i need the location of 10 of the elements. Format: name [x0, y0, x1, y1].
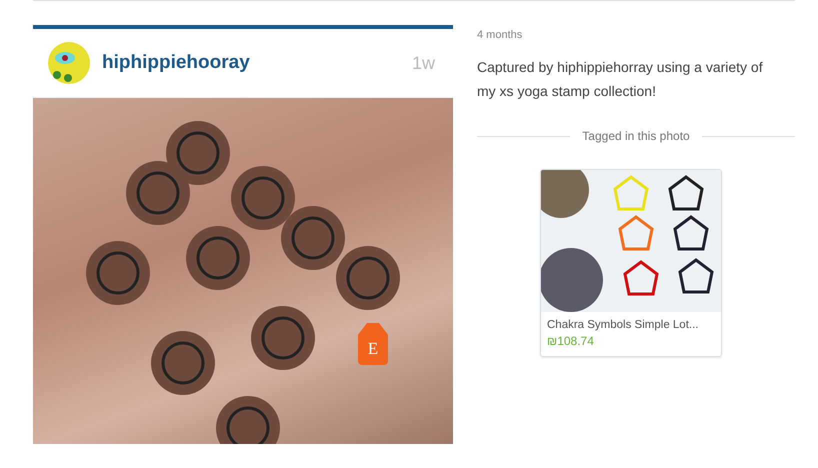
- product-price: ₪108.74: [546, 333, 595, 350]
- post-age: 1w: [412, 52, 435, 74]
- post-time: 4 months: [477, 29, 524, 41]
- product-title: Chakra Symbols Simple Lot...: [546, 318, 700, 331]
- caption-text: Captured by hiphippiehorray using a variety of my xs yoga stamp collection!: [477, 58, 764, 101]
- chakra-stamps-photo[interactable]: [541, 170, 721, 312]
- avatar-icon[interactable]: [48, 42, 90, 84]
- username-link[interactable]: hiphippiehooray: [102, 52, 400, 74]
- product-card[interactable]: Chakra Symbols Simple Lot... ₪108.74: [540, 169, 722, 357]
- tagged-heading: Tagged in this photo: [582, 129, 690, 143]
